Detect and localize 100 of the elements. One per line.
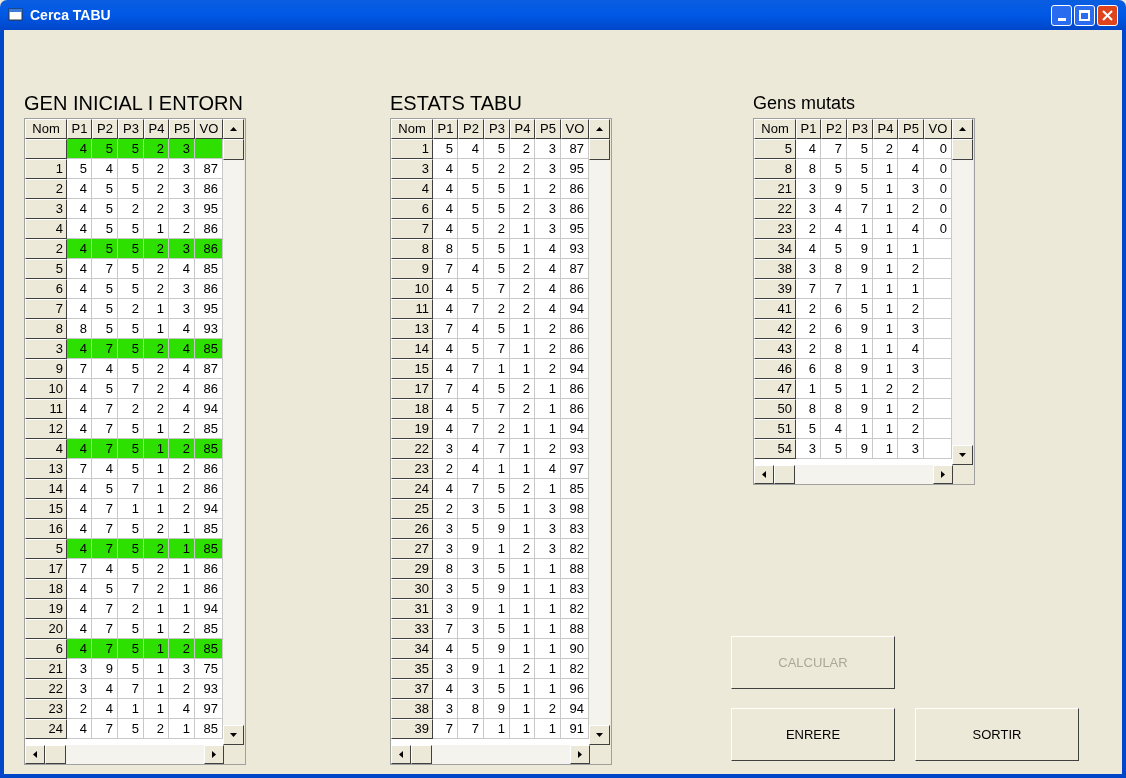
row-header[interactable]: 39 [391, 719, 433, 739]
row-header[interactable]: 39 [754, 279, 796, 299]
column-header[interactable]: VO [195, 119, 223, 139]
row-header[interactable]: 33 [391, 619, 433, 639]
maximize-button[interactable] [1074, 4, 1095, 26]
scroll-up-button[interactable] [223, 119, 244, 139]
action-button[interactable]: SORTIR [915, 708, 1079, 761]
row-header[interactable]: 5 [754, 139, 796, 159]
row-header[interactable]: 18 [391, 399, 433, 419]
scroll-thumb[interactable] [774, 465, 795, 484]
column-header[interactable]: VO [561, 119, 589, 139]
row-header[interactable]: 21 [25, 659, 67, 679]
row-header[interactable] [25, 139, 67, 159]
row-header[interactable]: 5 [25, 539, 67, 559]
row-header[interactable]: 2 [25, 179, 67, 199]
action-button[interactable]: ENRERE [731, 708, 895, 761]
row-header[interactable]: 13 [391, 319, 433, 339]
row-header[interactable]: 19 [25, 599, 67, 619]
row-header[interactable]: 3 [391, 159, 433, 179]
row-header[interactable]: 8 [25, 319, 67, 339]
row-header[interactable]: 18 [25, 579, 67, 599]
row-header[interactable]: 11 [391, 299, 433, 319]
row-header[interactable]: 4 [391, 179, 433, 199]
column-header[interactable]: P2 [458, 119, 484, 139]
scroll-down-button[interactable] [223, 725, 244, 745]
row-header[interactable]: 14 [25, 479, 67, 499]
row-header[interactable]: 3 [25, 339, 67, 359]
column-header[interactable]: P1 [796, 119, 821, 139]
row-header[interactable]: 51 [754, 419, 796, 439]
row-header[interactable]: 7 [25, 299, 67, 319]
row-header[interactable]: 21 [754, 179, 796, 199]
row-header[interactable]: 29 [391, 559, 433, 579]
row-header[interactable]: 30 [391, 579, 433, 599]
column-header[interactable]: P4 [144, 119, 169, 139]
scroll-right-button[interactable] [204, 745, 224, 764]
scroll-thumb[interactable] [411, 745, 432, 764]
row-header[interactable]: 20 [25, 619, 67, 639]
row-header[interactable]: 27 [391, 539, 433, 559]
row-header[interactable]: 10 [25, 379, 67, 399]
row-header[interactable]: 8 [391, 239, 433, 259]
scroll-thumb[interactable] [952, 139, 973, 160]
row-header[interactable]: 38 [754, 259, 796, 279]
scroll-right-button[interactable] [570, 745, 590, 764]
row-header[interactable]: 23 [391, 459, 433, 479]
row-header[interactable]: 22 [25, 679, 67, 699]
row-header[interactable]: 15 [391, 359, 433, 379]
row-header[interactable]: 50 [754, 399, 796, 419]
row-header[interactable]: 42 [754, 319, 796, 339]
row-header[interactable]: 16 [25, 519, 67, 539]
row-header[interactable]: 34 [754, 239, 796, 259]
column-header[interactable]: P3 [484, 119, 510, 139]
row-header[interactable]: 54 [754, 439, 796, 459]
scroll-right-button[interactable] [933, 465, 953, 484]
row-header[interactable]: 47 [754, 379, 796, 399]
row-header[interactable]: 4 [25, 439, 67, 459]
row-header[interactable]: 14 [391, 339, 433, 359]
row-header[interactable]: 22 [754, 199, 796, 219]
column-header[interactable]: P4 [873, 119, 898, 139]
row-header[interactable]: 15 [25, 499, 67, 519]
row-header[interactable]: 34 [391, 639, 433, 659]
row-header[interactable]: 22 [391, 439, 433, 459]
close-button[interactable] [1097, 4, 1118, 26]
scroll-thumb[interactable] [45, 745, 66, 764]
row-header[interactable]: 4 [25, 219, 67, 239]
row-header[interactable]: 24 [391, 479, 433, 499]
column-header[interactable]: P5 [898, 119, 924, 139]
row-header[interactable]: 12 [25, 419, 67, 439]
row-header[interactable]: 17 [391, 379, 433, 399]
column-header[interactable]: VO [924, 119, 952, 139]
row-header[interactable]: 23 [25, 699, 67, 719]
row-header[interactable]: 9 [391, 259, 433, 279]
row-header[interactable]: 26 [391, 519, 433, 539]
column-header[interactable]: Nom [754, 119, 796, 139]
row-header[interactable]: 23 [754, 219, 796, 239]
row-header[interactable]: 13 [25, 459, 67, 479]
row-header[interactable]: 9 [25, 359, 67, 379]
row-header[interactable]: 38 [391, 699, 433, 719]
row-header[interactable]: 2 [25, 239, 67, 259]
column-header[interactable]: P2 [821, 119, 847, 139]
minimize-button[interactable] [1051, 4, 1072, 26]
column-header[interactable]: P5 [535, 119, 561, 139]
row-header[interactable]: 1 [391, 139, 433, 159]
row-header[interactable]: 3 [25, 199, 67, 219]
column-header[interactable]: P1 [67, 119, 92, 139]
scroll-up-button[interactable] [952, 119, 973, 139]
row-header[interactable]: 19 [391, 419, 433, 439]
scroll-up-button[interactable] [589, 119, 610, 139]
column-header[interactable]: P1 [433, 119, 458, 139]
scroll-down-button[interactable] [589, 725, 610, 745]
row-header[interactable]: 17 [25, 559, 67, 579]
column-header[interactable]: Nom [391, 119, 433, 139]
column-header[interactable]: P2 [92, 119, 118, 139]
row-header[interactable]: 5 [25, 259, 67, 279]
row-header[interactable]: 7 [391, 219, 433, 239]
column-header[interactable]: P4 [510, 119, 535, 139]
scroll-left-button[interactable] [391, 745, 411, 764]
row-header[interactable]: 24 [25, 719, 67, 739]
row-header[interactable]: 6 [25, 279, 67, 299]
row-header[interactable]: 25 [391, 499, 433, 519]
row-header[interactable]: 6 [391, 199, 433, 219]
